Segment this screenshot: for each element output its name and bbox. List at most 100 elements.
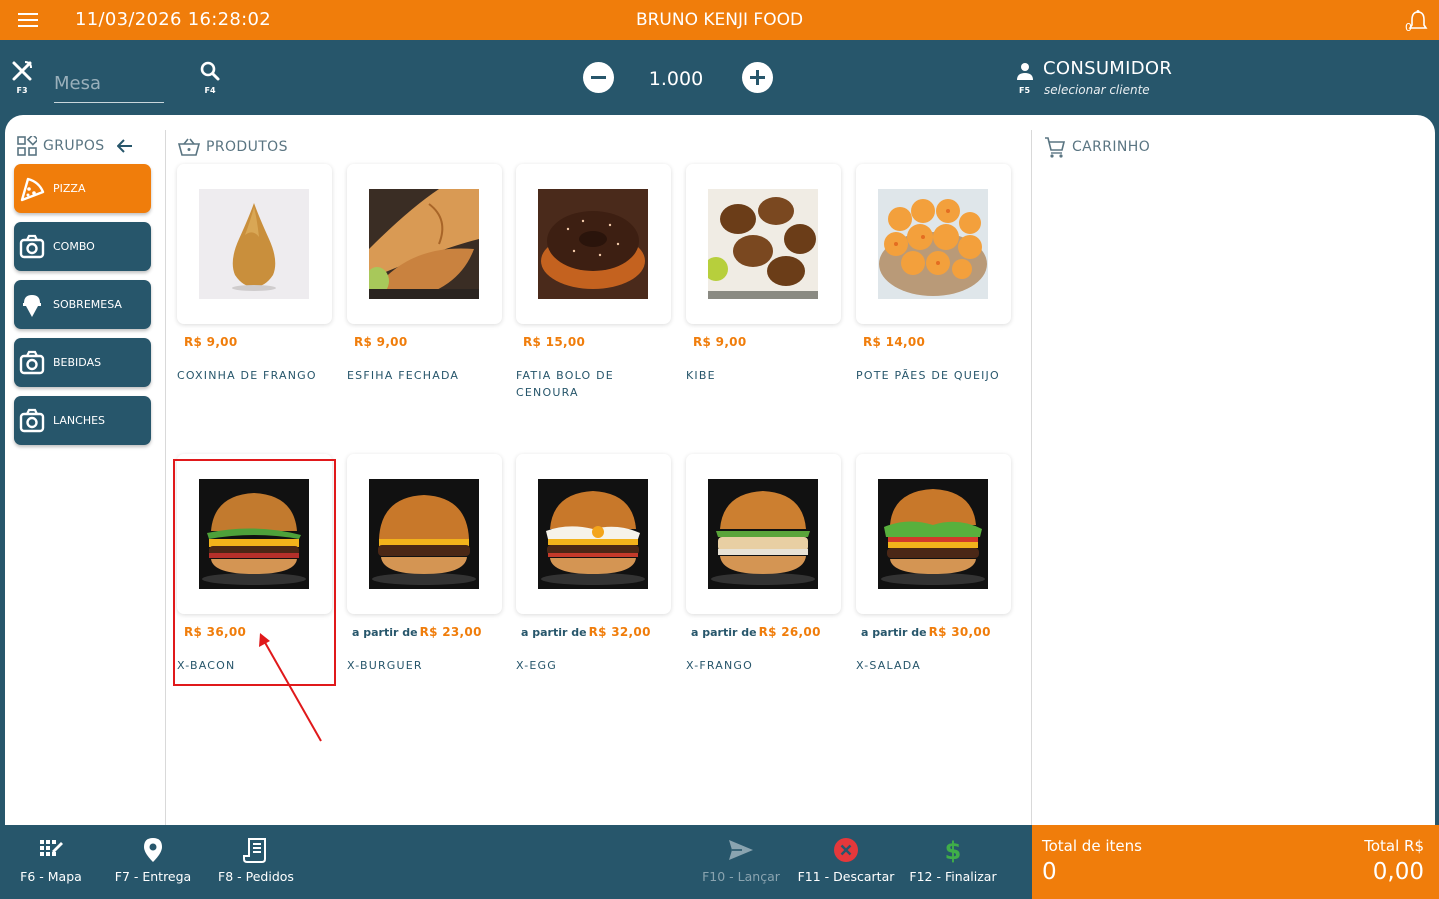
product-card-x-burguer[interactable] [347, 454, 502, 614]
product-price: R$ 14,00 [861, 335, 925, 349]
product-card-coxinha[interactable] [177, 164, 332, 324]
price-value: R$ 9,00 [693, 335, 747, 349]
button-label: F6 - Mapa [20, 869, 82, 884]
group-label: LANCHES [53, 414, 106, 427]
hamburger-menu-icon[interactable] [18, 13, 38, 27]
launch-button[interactable]: F10 - Lançar [698, 825, 784, 899]
product-card-x-bacon[interactable] [177, 454, 332, 614]
total-price-label: Total R$ [1364, 837, 1424, 855]
burger-egg-photo [538, 479, 648, 589]
button-label: F12 - Finalizar [909, 869, 997, 884]
select-customer-link[interactable]: selecionar cliente [1044, 83, 1150, 97]
discard-button[interactable]: F11 - Descartar [796, 825, 896, 899]
product-card-bolo[interactable] [516, 164, 671, 324]
product-price: R$ 36,00 [182, 625, 246, 639]
customer-name: CONSUMIDOR [1043, 58, 1173, 79]
utensils-icon [12, 61, 32, 81]
send-icon [729, 840, 753, 860]
price-value: R$ 32,00 [588, 625, 651, 639]
burger-photo [199, 479, 309, 589]
button-label: F8 - Pedidos [218, 869, 294, 884]
product-name: KIBE [686, 369, 716, 382]
camera-icon [19, 350, 45, 374]
product-name: ESFIHA FECHADA [347, 369, 460, 382]
product-name: X-SALADA [856, 659, 921, 672]
button-label: F11 - Descartar [797, 869, 895, 884]
price-value: R$ 30,00 [928, 625, 991, 639]
notification-count: 0 [1405, 21, 1412, 34]
product-card-x-frango[interactable] [686, 454, 841, 614]
price-value: R$ 36,00 [184, 625, 247, 639]
cake-photo [538, 189, 648, 299]
table-button[interactable]: F3 [11, 60, 33, 95]
customer-shortcut: F5 [1019, 86, 1031, 95]
top-bar: 11/03/2026 16:28:02 BRUNO KENJI FOOD 0 [0, 0, 1439, 40]
product-card-pao-de-queijo[interactable] [856, 164, 1011, 324]
plus-icon-stroke [756, 70, 759, 85]
product-card-kibe[interactable] [686, 164, 841, 324]
total-price-value: 0,00 [1372, 859, 1424, 885]
total-items-label: Total de itens [1042, 837, 1142, 855]
map-grid-icon [40, 840, 63, 856]
price-value: R$ 9,00 [354, 335, 408, 349]
product-price: R$ 15,00 [521, 335, 585, 349]
product-card-x-egg[interactable] [516, 454, 671, 614]
group-sobremesa[interactable]: SOBREMESA [14, 280, 151, 329]
product-price: R$ 9,00 [691, 335, 746, 349]
cart-divider [1031, 130, 1032, 825]
bottom-bar: F6 - Mapa F7 - Entrega F8 - Pedidos F10 … [0, 825, 1032, 899]
burger-photo [708, 479, 818, 589]
coxinha-photo [199, 189, 309, 299]
groups-divider [165, 130, 166, 825]
cheese-bread-photo [878, 189, 988, 299]
product-name: X-FRANGO [686, 659, 754, 672]
price-value: R$ 14,00 [863, 335, 926, 349]
delivery-button[interactable]: F7 - Entrega [110, 825, 196, 899]
button-label: F7 - Entrega [114, 869, 192, 884]
product-price: R$ 9,00 [352, 335, 407, 349]
back-arrow-icon[interactable] [116, 139, 133, 153]
product-price: R$ 9,00 [182, 335, 237, 349]
table-input[interactable] [54, 65, 164, 103]
product-name: X-BURGUER [347, 659, 423, 672]
pizza-icon [20, 177, 45, 201]
finalize-button[interactable]: $ F12 - Finalizar [907, 825, 999, 899]
price-prefix: a partir de [691, 626, 757, 639]
discard-icon [834, 838, 858, 862]
product-card-x-salada[interactable] [856, 454, 1011, 614]
totals-panel: Total de itens 0 Total R$ 0,00 [1032, 825, 1439, 899]
product-card-esfiha[interactable] [347, 164, 502, 324]
product-name: COXINHA DE FRANGO [177, 369, 317, 382]
price-value: R$ 15,00 [523, 335, 586, 349]
price-value: R$ 9,00 [184, 335, 238, 349]
product-name: X-EGG [516, 659, 557, 672]
group-pizza[interactable]: PIZZA [14, 164, 151, 213]
burger-photo [369, 479, 479, 589]
button-label: F10 - Lançar [702, 869, 780, 884]
grid-icon [17, 136, 37, 156]
orders-button[interactable]: F8 - Pedidos [213, 825, 299, 899]
dollar-icon: $ [945, 837, 962, 863]
annotation-arrow-icon [259, 633, 322, 742]
decrease-quantity-button[interactable] [583, 62, 614, 93]
basket-icon [178, 138, 200, 156]
camera-icon [19, 234, 45, 258]
group-bebidas[interactable]: BEBIDAS [14, 338, 151, 387]
map-button[interactable]: F6 - Mapa [15, 825, 87, 899]
search-button[interactable]: F4 [199, 60, 221, 95]
product-price: a partir de R$ 30,00 [861, 625, 991, 639]
group-label: BEBIDAS [53, 356, 102, 369]
location-pin-icon [144, 838, 162, 862]
increase-quantity-button[interactable] [742, 62, 773, 93]
group-combo[interactable]: COMBO [14, 222, 151, 271]
group-lanches[interactable]: LANCHES [14, 396, 151, 445]
cart-header: CARRINHO [1044, 136, 1150, 158]
notification-bell-icon[interactable]: 0 [1405, 9, 1429, 35]
svg-text:$: $ [945, 837, 962, 863]
products-title: PRODUTOS [206, 139, 288, 155]
groups-header: GRUPOS [17, 136, 139, 156]
cart-icon [1045, 137, 1066, 158]
ice-cream-icon [23, 294, 41, 317]
table-shortcut: F3 [16, 86, 28, 95]
group-label: SOBREMESA [53, 298, 122, 311]
